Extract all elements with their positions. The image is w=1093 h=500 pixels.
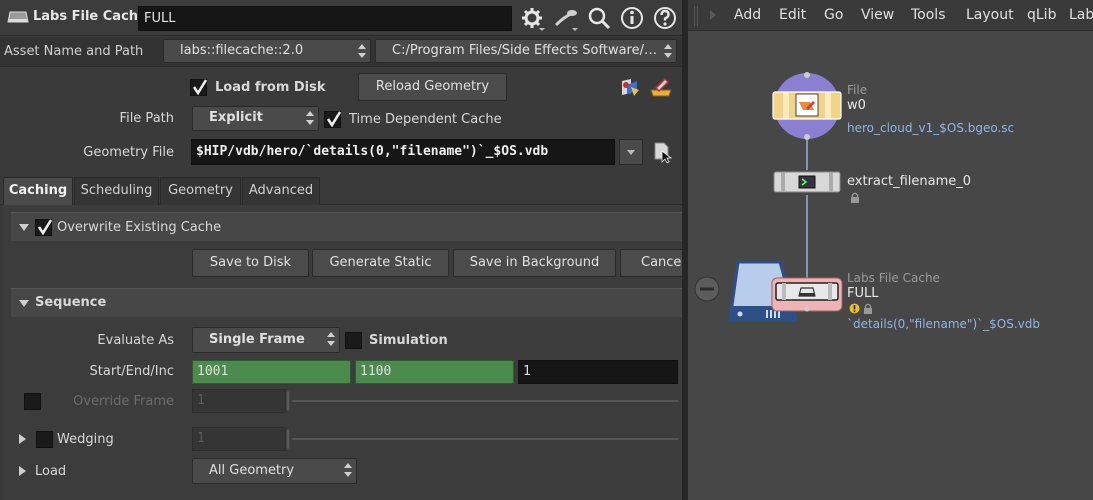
expand-triangle-icon (19, 224, 29, 231)
chevron-down-icon (627, 150, 635, 155)
load-label: Load (35, 464, 67, 479)
tab-advanced[interactable]: Advanced (242, 177, 320, 205)
updown-arrows-icon (327, 332, 335, 346)
asset-row: Asset Name and Path labs::filecache::2.0… (0, 37, 682, 67)
evaluate-as-dropdown[interactable]: Single Frame (192, 327, 340, 353)
updown-arrows-icon (344, 463, 352, 477)
wedging-label: Wedging (57, 432, 114, 447)
tab-scheduling[interactable]: Scheduling (74, 177, 159, 205)
simulation-label: Simulation (369, 333, 448, 348)
override-frame-checkbox[interactable] (24, 393, 41, 410)
simulation-checkbox[interactable] (345, 332, 362, 349)
updown-arrows-icon (664, 44, 672, 58)
extract-filename-node[interactable] (773, 170, 841, 194)
tab-geometry[interactable]: Geometry (160, 177, 241, 205)
file-node[interactable] (771, 72, 843, 140)
node-wires (806, 140, 808, 280)
parameter-pane: Labs File Cache FULL Asset Name and Path… (0, 0, 682, 500)
asset-name-value: labs::filecache::2.0 (180, 43, 304, 58)
sequence-title: Sequence (35, 295, 107, 310)
end-frame-field[interactable]: 1100 (355, 360, 514, 384)
expand-triangle-icon (19, 300, 29, 307)
time-dependent-checkbox[interactable] (324, 111, 342, 128)
increment-field[interactable]: 1 (518, 360, 678, 384)
updown-arrows-icon (306, 111, 314, 125)
geometry-file-label: Geometry File (83, 145, 174, 160)
wedging-checkbox[interactable] (36, 431, 53, 448)
parameter-titlebar: Labs File Cache FULL (0, 0, 682, 36)
file-cache-node-icon (771, 277, 843, 312)
file-cache-icon (7, 11, 29, 23)
checkmark-icon (192, 79, 208, 96)
file-path-label: File Path (119, 111, 174, 126)
wrench-icon[interactable] (552, 5, 578, 31)
edit-material-icon[interactable] (650, 76, 672, 98)
shapes-icon[interactable] (619, 77, 641, 97)
file-node-desc: hero_cloud_v1_$OS.bgeo.sc (847, 121, 1015, 135)
wedging-field[interactable]: 1 (192, 427, 286, 451)
expand-triangle-icon[interactable] (19, 466, 26, 476)
cache-node-name: FULL (847, 286, 879, 301)
parameter-tabs: Caching Scheduling Geometry Advanced (0, 177, 682, 205)
gear-icon[interactable] (519, 5, 545, 31)
save-in-background-button[interactable]: Save in Background (453, 249, 616, 277)
save-to-disk-button[interactable]: Save to Disk (192, 249, 309, 277)
warning-icon (849, 303, 860, 314)
file-node-type: File (847, 83, 868, 97)
node-type-label: Labs File Cache (33, 9, 147, 24)
evaluate-as-label: Evaluate As (97, 333, 174, 348)
search-icon[interactable] (586, 5, 612, 31)
expand-triangle-icon[interactable] (19, 434, 26, 444)
load-from-disk-label: Load from Disk (215, 80, 326, 95)
wedging-slider-handle[interactable] (286, 429, 290, 449)
sequence-folder-header[interactable]: Sequence (11, 288, 682, 317)
cache-node-type: Labs File Cache (847, 271, 940, 285)
override-frame-slider[interactable] (292, 400, 678, 402)
reload-geometry-button[interactable]: Reload Geometry (358, 73, 507, 101)
overwrite-checkbox[interactable] (35, 219, 53, 236)
geometry-file-input[interactable]: $HIP/vdb/hero/`details(0,"filename")`_$O… (191, 139, 615, 165)
checkmark-icon (37, 219, 53, 236)
time-dependent-label: Time Dependent Cache (349, 112, 502, 127)
asset-name-dropdown[interactable]: labs::filecache::2.0 (163, 39, 371, 63)
file-chooser-icon[interactable] (653, 141, 673, 163)
lock-icon (864, 303, 872, 314)
generate-static-button[interactable]: Generate Static (312, 249, 449, 277)
asset-path-dropdown[interactable]: C:/Program Files/Side Effects Software/s… (375, 39, 677, 63)
extract-filename-node-name: extract_filename_0 (847, 174, 972, 189)
geometry-file-menu-button[interactable] (619, 139, 643, 165)
file-path-dropdown[interactable]: Explicit (192, 106, 319, 131)
start-end-inc-label: Start/End/Inc (89, 364, 174, 379)
network-editor[interactable]: Add Edit Go View Tools Layout qLib Lab F… (688, 0, 1093, 500)
lock-icon (851, 192, 859, 203)
asset-label: Asset Name and Path (4, 44, 144, 59)
override-frame-label: Override Frame (73, 394, 174, 409)
file-path-value: Explicit (209, 110, 263, 125)
node-name-input[interactable]: FULL (138, 6, 512, 31)
wrangle-node-icon (773, 171, 841, 193)
help-icon[interactable] (652, 5, 678, 31)
updown-arrows-icon (358, 44, 366, 58)
file-node-name: w0 (847, 98, 866, 113)
load-value: All Geometry (209, 463, 295, 478)
load-dropdown[interactable]: All Geometry (192, 458, 357, 484)
cancel-button[interactable]: Cance (620, 249, 682, 277)
override-frame-slider-handle[interactable] (286, 391, 290, 411)
remove-circle-icon[interactable] (694, 276, 720, 302)
info-icon[interactable] (619, 5, 645, 31)
asset-path-value: C:/Program Files/Side Effects Software/s… (392, 43, 664, 58)
overwrite-label: Overwrite Existing Cache (57, 220, 222, 235)
tab-caching[interactable]: Caching (3, 177, 73, 205)
checkmark-icon (326, 111, 342, 128)
evaluate-as-value: Single Frame (209, 332, 305, 347)
start-frame-field[interactable]: 1001 (192, 360, 351, 384)
override-frame-field[interactable]: 1 (192, 389, 286, 413)
file-node-icon (772, 72, 842, 140)
cache-node-desc: `details(0,"filename")`_$OS.vdb (847, 317, 1040, 331)
load-from-disk-checkbox[interactable] (190, 79, 208, 96)
wedging-slider[interactable] (292, 438, 678, 440)
labs-file-cache-node[interactable] (771, 277, 843, 312)
